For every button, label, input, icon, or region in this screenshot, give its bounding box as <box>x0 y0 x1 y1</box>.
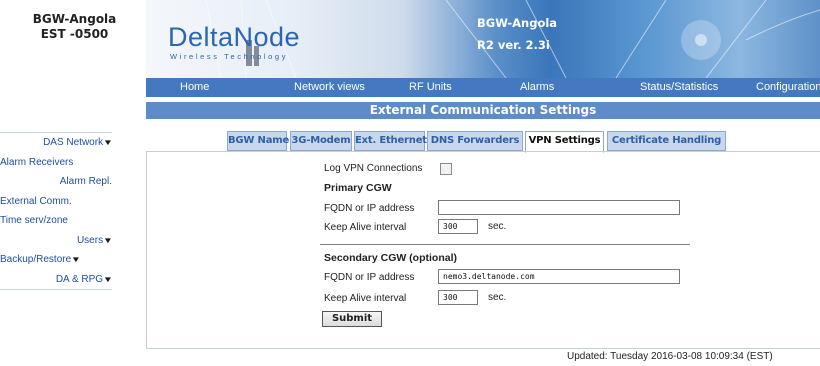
last-updated-text: Updated: Tuesday 2016-03-08 10:09:34 (ES… <box>567 351 773 362</box>
menu-alarms[interactable]: Alarms <box>520 78 554 97</box>
tab-ext-ethernet[interactable]: Ext. Ethernet <box>354 131 427 151</box>
logo-tagline: Wireless Technology <box>170 52 289 61</box>
menu-configuration[interactable]: Configuration <box>756 78 820 97</box>
tab-3g-modem[interactable]: 3G-Modem <box>290 131 352 151</box>
banner-version: R2 ver. 2.3i <box>477 38 550 52</box>
site-timezone: EST -0500 <box>40 27 109 41</box>
top-menu: Home Network views RF Units Alarms Statu… <box>146 78 820 97</box>
secondary-keepalive-input[interactable] <box>438 290 478 305</box>
nav-da-rpg[interactable]: DA & RPG▼ <box>0 270 114 290</box>
tab-vpn-settings[interactable]: VPN Settings <box>525 131 604 153</box>
menu-home[interactable]: Home <box>180 78 209 97</box>
header-banner: DeltaNode Wireless Technology BGW-Angola… <box>146 0 820 78</box>
nav-external-comm[interactable]: External Comm. <box>0 192 112 212</box>
menu-status-statistics[interactable]: Status/Statistics <box>640 78 718 97</box>
caret-down-icon: ▼ <box>70 255 82 264</box>
primary-keepalive-unit: sec. <box>488 221 507 232</box>
caret-down-icon: ▼ <box>102 138 114 147</box>
site-info: BGW-Angola EST -0500 <box>22 12 127 42</box>
primary-keepalive-label: Keep Alive interval <box>324 222 407 233</box>
deltanode-logo: DeltaNode <box>168 22 301 52</box>
tab-bgw-name[interactable]: BGW Name <box>227 131 289 151</box>
nav-das-network[interactable]: DAS Network▼ <box>0 133 114 153</box>
submit-button[interactable]: Submit <box>322 311 382 327</box>
log-vpn-checkbox[interactable] <box>440 163 452 175</box>
nav-time-serv-zone[interactable]: Time serv/zone <box>0 211 112 231</box>
menu-rf-units[interactable]: RF Units <box>409 78 452 97</box>
site-name: BGW-Angola <box>32 12 117 26</box>
nav-alarm-repl[interactable]: Alarm Repl. <box>0 172 112 192</box>
left-nav: DAS Network▼ Alarm Receivers Alarm Repl.… <box>0 132 114 290</box>
primary-fqdn-label: FQDN or IP address <box>324 203 415 214</box>
caret-down-icon: ▼ <box>102 274 114 284</box>
tab-certificate-handling[interactable]: Certificate Handling <box>607 131 726 151</box>
tab-dns-forwarders[interactable]: DNS Forwarders <box>427 131 523 151</box>
nav-users[interactable]: Users▼ <box>0 231 114 251</box>
section-title: External Communication Settings <box>146 102 820 119</box>
log-vpn-label: Log VPN Connections <box>324 163 423 174</box>
vpn-settings-panel <box>146 151 820 349</box>
primary-keepalive-input[interactable] <box>438 219 478 234</box>
secondary-cgw-heading: Secondary CGW (optional) <box>324 252 458 264</box>
primary-fqdn-input[interactable] <box>438 200 680 215</box>
secondary-keepalive-unit: sec. <box>488 292 507 303</box>
caret-down-icon: ▼ <box>102 235 114 245</box>
nav-alarm-receivers[interactable]: Alarm Receivers <box>0 153 112 173</box>
section-divider <box>320 244 690 245</box>
menu-network-views[interactable]: Network views <box>294 78 365 97</box>
secondary-keepalive-label: Keep Alive interval <box>324 293 407 304</box>
nav-backup-restore[interactable]: Backup/Restore▼ <box>0 250 112 270</box>
secondary-fqdn-label: FQDN or IP address <box>324 272 415 283</box>
secondary-fqdn-input[interactable] <box>438 269 680 284</box>
primary-cgw-heading: Primary CGW <box>324 182 392 194</box>
banner-title: BGW-Angola <box>477 16 558 30</box>
